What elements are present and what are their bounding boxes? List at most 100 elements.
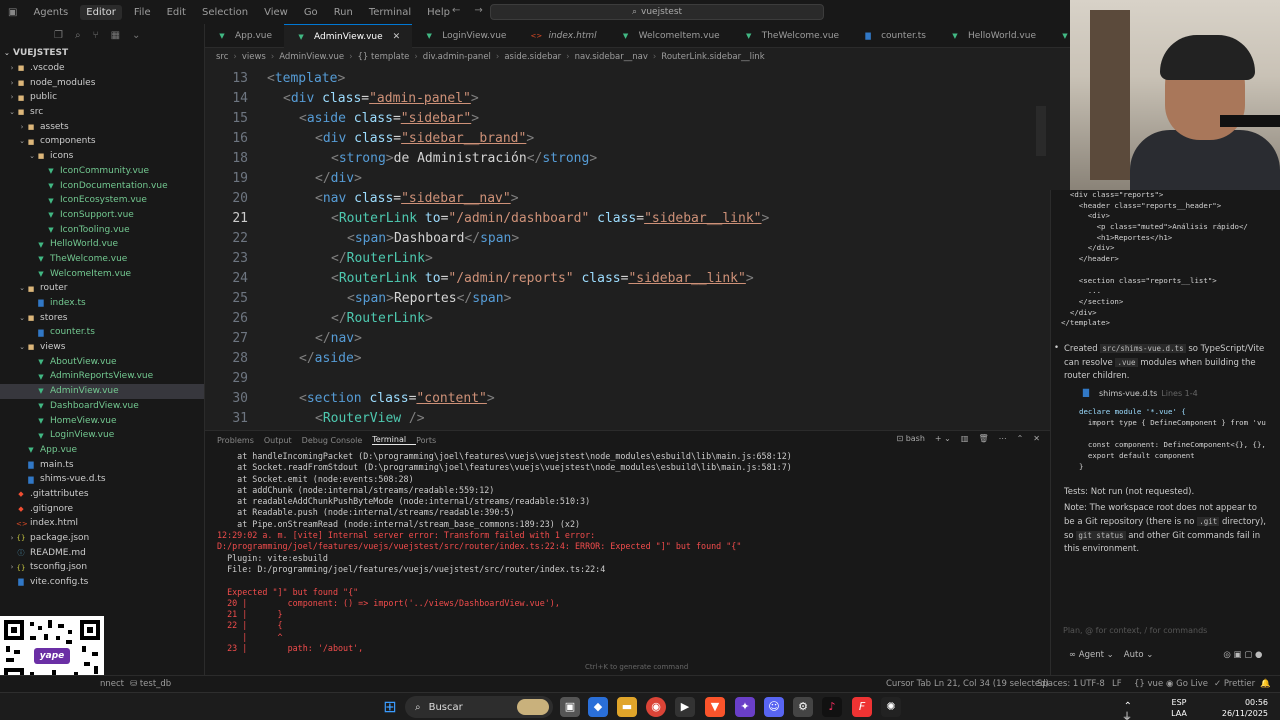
- chrome-icon[interactable]: ◉: [646, 697, 666, 717]
- windows-start-icon[interactable]: ⊞: [380, 697, 400, 717]
- panel-tab-ports[interactable]: Ports: [416, 436, 446, 445]
- status-connect[interactable]: nnect: [100, 679, 124, 689]
- tiktok-icon[interactable]: ♪: [822, 697, 842, 717]
- tray-icons[interactable]: ⌃ ⏚ 🔊: [1120, 701, 1132, 720]
- file-item[interactable]: ▼ WelcomeItem.vue: [0, 267, 204, 282]
- folder-item[interactable]: › ■ public: [0, 90, 204, 105]
- status-language[interactable]: {} vue: [1134, 679, 1163, 689]
- menu-edit[interactable]: Edit: [159, 7, 194, 18]
- folder-item[interactable]: ⌄ ■ router: [0, 281, 204, 296]
- tab-index-html[interactable]: <> index.html: [518, 24, 608, 48]
- agents-tab[interactable]: Agents: [25, 7, 76, 18]
- file-item[interactable]: ▼ IconTooling.vue: [0, 223, 204, 238]
- code-line[interactable]: 19 </div>: [205, 168, 1070, 188]
- folder-item[interactable]: ⌄ ■ icons: [0, 149, 204, 164]
- add-terminal-icon[interactable]: + ⌄: [935, 434, 951, 443]
- model-dropdown[interactable]: Auto ⌄: [1124, 650, 1154, 660]
- tab-loginview-vue[interactable]: ▼ LoginView.vue: [412, 24, 518, 48]
- breadcrumb-item[interactable]: src: [216, 52, 228, 62]
- menu-terminal[interactable]: Terminal: [361, 7, 419, 18]
- file-item[interactable]: ▼ AdminReportsView.vue: [0, 369, 204, 384]
- code-line[interactable]: 29: [205, 368, 1070, 388]
- folder-item[interactable]: › ■ node_modules: [0, 76, 204, 91]
- forward-arrow-icon[interactable]: →: [474, 5, 482, 16]
- tab-thewelcome-vue[interactable]: ▼ TheWelcome.vue: [732, 24, 851, 48]
- folder-item[interactable]: › ■ .vscode: [0, 61, 204, 76]
- file-item[interactable]: ›{} package.json: [0, 531, 204, 546]
- file-item[interactable]: ▼ IconDocumentation.vue: [0, 179, 204, 194]
- menu-selection[interactable]: Selection: [194, 7, 256, 18]
- file-item[interactable]: ▼ LoginView.vue: [0, 428, 204, 443]
- breadcrumb-item[interactable]: aside.sidebar: [504, 52, 561, 62]
- panel-tab-output[interactable]: Output: [264, 436, 302, 445]
- code-line[interactable]: 22 <span>Dashboard</span>: [205, 228, 1070, 248]
- status-db[interactable]: ⛁ test_db: [130, 679, 171, 689]
- file-item[interactable]: ▇ counter.ts: [0, 325, 204, 340]
- editor-scrollbar[interactable]: [1036, 106, 1046, 156]
- chat-action-icons[interactable]: ◎ ▣ ▢ ●: [1223, 650, 1262, 660]
- file-item[interactable]: ◆ .gitignore: [0, 502, 204, 517]
- extensions-icon[interactable]: ▦: [111, 30, 120, 41]
- code-line[interactable]: 14 <div class="admin-panel">: [205, 88, 1070, 108]
- code-line[interactable]: 16 <div class="sidebar__brand">: [205, 128, 1070, 148]
- code-line[interactable]: 24 <RouterLink to="/admin/reports" class=…: [205, 268, 1070, 288]
- explorer-root-title[interactable]: ⌄ VUEJSTEST: [0, 46, 204, 61]
- terminal-output[interactable]: at handleIncomingPacket (D:\programming\…: [217, 451, 1047, 654]
- code-line[interactable]: 18 <strong>de Administración</strong>: [205, 148, 1070, 168]
- maximize-panel-icon[interactable]: ⌃: [1017, 434, 1024, 443]
- agent-mode-dropdown[interactable]: ∞ Agent ⌄: [1069, 650, 1114, 660]
- status-spaces[interactable]: Spaces: 1: [1037, 679, 1078, 689]
- code-line[interactable]: 21 <RouterLink to = "/admin/dashboard" clas…: [205, 208, 1070, 228]
- bell-icon[interactable]: 🔔: [1260, 679, 1271, 689]
- back-arrow-icon[interactable]: ←: [452, 5, 460, 16]
- folder-item[interactable]: ⌄ ■ stores: [0, 311, 204, 326]
- chatgpt-icon[interactable]: ✺: [881, 697, 901, 717]
- folder-item[interactable]: › ■ assets: [0, 120, 204, 135]
- source-control-icon[interactable]: ⑂: [93, 30, 99, 41]
- status-eol[interactable]: LF: [1112, 679, 1122, 689]
- code-line[interactable]: 26 </RouterLink>: [205, 308, 1070, 328]
- brave-icon[interactable]: ▼: [705, 697, 725, 717]
- status-prettier[interactable]: ✓ Prettier: [1214, 679, 1255, 689]
- cursor-app-icon[interactable]: ▶: [675, 697, 695, 717]
- discord-icon[interactable]: ☺: [764, 697, 784, 717]
- file-item[interactable]: ▼ TheWelcome.vue: [0, 252, 204, 267]
- file-item[interactable]: ▼ AdminView.vue: [0, 384, 204, 399]
- chevron-down-icon[interactable]: ⌄: [132, 30, 140, 41]
- breadcrumb-item[interactable]: AdminView.vue: [279, 52, 344, 62]
- folder-item[interactable]: ⌄ ■ views: [0, 340, 204, 355]
- task-view-icon[interactable]: ▣: [560, 697, 580, 717]
- copilot-icon[interactable]: ◆: [588, 697, 608, 717]
- file-item[interactable]: ▇ shims-vue.d.ts: [0, 472, 204, 487]
- command-center-search[interactable]: ⌕ vuejstest: [490, 4, 824, 20]
- status-encoding[interactable]: UTF-8: [1080, 679, 1105, 689]
- status-position[interactable]: Ln 21, Col 34 (19 selected): [934, 679, 1049, 689]
- chat-input[interactable]: Plan, @ for context, / for commands ∞ Ag…: [1059, 622, 1275, 672]
- file-item[interactable]: ▼ App.vue: [0, 443, 204, 458]
- code-line[interactable]: 28 </aside>: [205, 348, 1070, 368]
- status-golive[interactable]: ◉ Go Live: [1166, 679, 1208, 689]
- file-item[interactable]: <> index.html: [0, 516, 204, 531]
- tab-welcomeitem-vue[interactable]: ▼ WelcomeItem.vue: [609, 24, 732, 48]
- breadcrumb-item[interactable]: {} template: [358, 52, 410, 62]
- app-icon-1[interactable]: ✦: [735, 697, 755, 717]
- breadcrumb-item[interactable]: views: [242, 52, 266, 62]
- breadcrumb-item[interactable]: RouterLink.sidebar__link: [661, 52, 764, 62]
- file-item[interactable]: ▼ HelloWorld.vue: [0, 237, 204, 252]
- file-item[interactable]: ▼ DashboardView.vue: [0, 399, 204, 414]
- code-line[interactable]: 15 <aside class="sidebar">: [205, 108, 1070, 128]
- tab-app-vue[interactable]: ▼ App.vue: [205, 24, 284, 48]
- file-item[interactable]: ▼ IconSupport.vue: [0, 208, 204, 223]
- code-editor[interactable]: 13 <template> 14 <div class="admin-panel"> 1…: [205, 66, 1070, 430]
- app-icon-3[interactable]: F: [852, 697, 872, 717]
- panel-tab-terminal[interactable]: Terminal: [372, 435, 417, 445]
- kill-terminal-icon[interactable]: 🗑: [978, 434, 988, 443]
- file-explorer-icon[interactable]: ▬: [617, 697, 637, 717]
- close-panel-icon[interactable]: ✕: [1033, 434, 1040, 443]
- tab-adminview-vue[interactable]: ▼ AdminView.vue ✕: [284, 24, 413, 48]
- terminal-shell[interactable]: ⊡ bash: [896, 434, 924, 443]
- split-terminal-icon[interactable]: ▥: [961, 434, 969, 443]
- code-line[interactable]: 13 <template>: [205, 68, 1070, 88]
- panel-tab-problems[interactable]: Problems: [217, 436, 264, 445]
- panel-tab-debug-console[interactable]: Debug Console: [302, 436, 373, 445]
